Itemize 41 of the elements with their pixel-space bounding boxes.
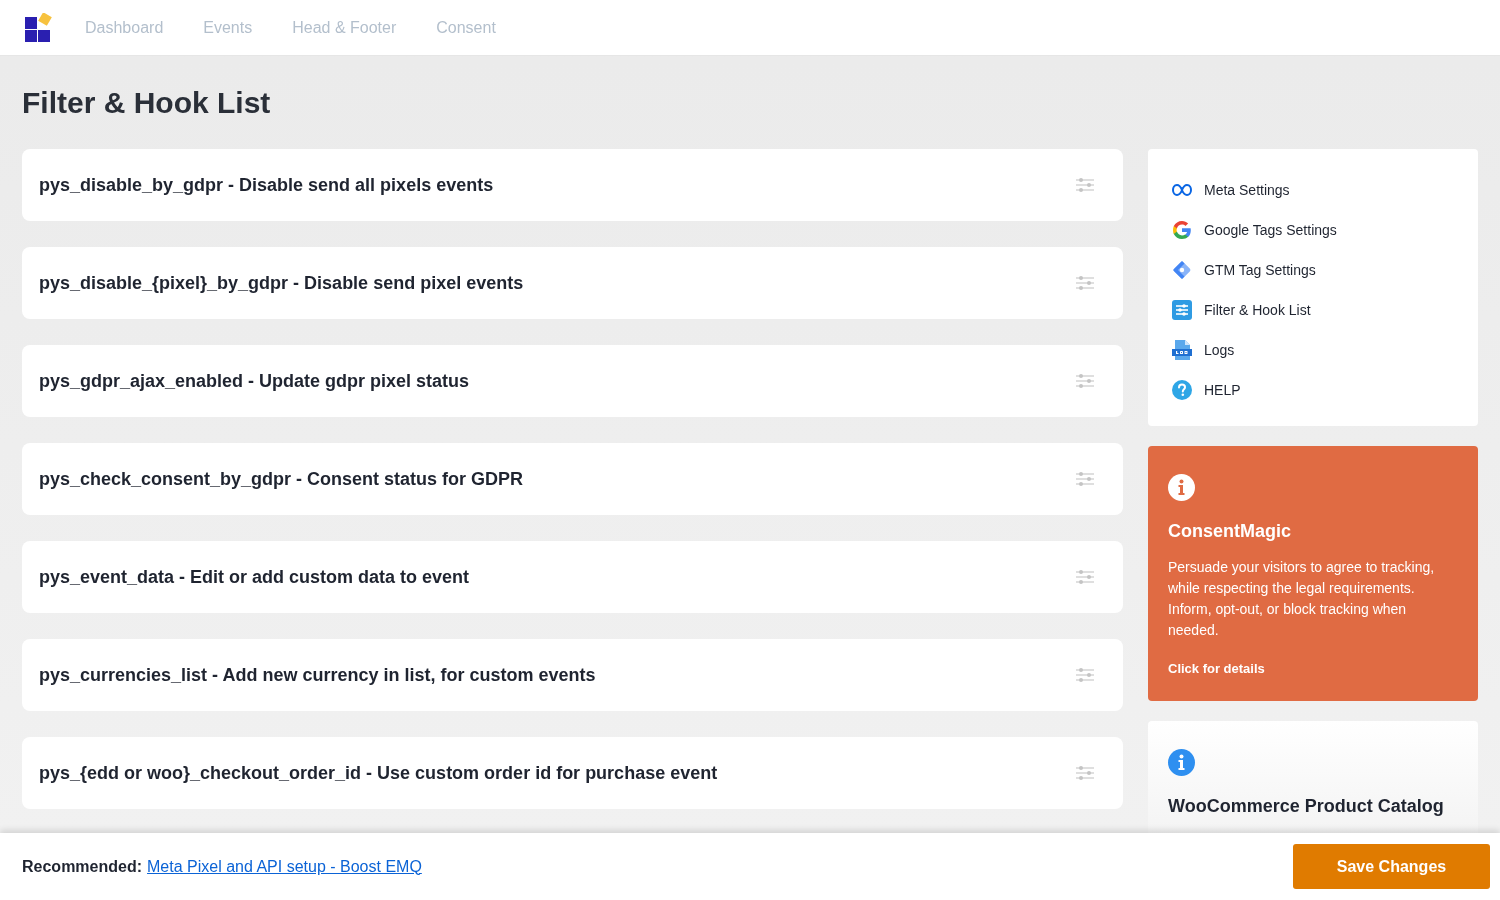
hook-card[interactable]: pys_gdpr_ajax_enabled - Update gdpr pixel status (22, 345, 1123, 417)
sliders-icon[interactable] (1076, 276, 1094, 290)
hook-title: pys_currencies_list - Add new currency in list, for custom events (39, 663, 596, 687)
logo-icon[interactable] (25, 13, 54, 42)
hook-card[interactable]: pys_{edd or woo}_checkout_order_id - Use custom order id for purchase event (22, 737, 1123, 809)
promo-text: Persuade your visitors to agree to tracking, while respecting the legal requirements. Inform, opt-out, or block tracking when needed. (1168, 558, 1436, 640)
promo-title: WooCommerce Product Catalog (1168, 794, 1444, 818)
info-icon (1168, 474, 1195, 501)
menu-item[interactable]: HELP (1172, 380, 1241, 400)
hook-title: pys_{edd or woo}_checkout_order_id - Use custom order id for purchase event (39, 761, 718, 785)
sliders-icon[interactable] (1076, 570, 1094, 584)
document-icon (1172, 340, 1192, 360)
hook-title: pys_disable_by_gdpr - Disable send all pixels events (39, 173, 494, 197)
hook-title: pys_check_consent_by_gdpr - Consent status for GDPR (39, 467, 524, 491)
hook-title: pys_gdpr_ajax_enabled - Update gdpr pixel status (39, 369, 470, 393)
menu-item[interactable]: GTM Tag Settings (1172, 260, 1316, 280)
promo-title: ConsentMagic (1168, 520, 1291, 543)
sliders-icon[interactable] (1076, 374, 1094, 388)
sliders-icon[interactable] (1076, 472, 1094, 486)
recommended-link[interactable]: Meta Pixel and API setup - Boost EMQ (147, 854, 422, 879)
page-title: Filter & Hook List (22, 85, 271, 121)
menu-item[interactable]: Logs (1172, 340, 1235, 360)
menu-item[interactable]: Google Tags Settings (1172, 220, 1337, 240)
hook-title: pys_event_data - Edit or add custom data to event (39, 565, 470, 589)
sliders-icon[interactable] (1076, 766, 1094, 780)
help-icon (1172, 380, 1192, 400)
hook-card[interactable]: pys_currencies_list - Add new currency in list, for custom events (22, 639, 1123, 711)
sliders-icon[interactable] (1076, 178, 1094, 192)
hook-card[interactable]: pys_disable_by_gdpr - Disable send all pixels events (22, 149, 1123, 221)
hook-card[interactable]: pys_check_consent_by_gdpr - Consent status for GDPR (22, 443, 1123, 515)
hook-title: pys_disable_{pixel}_by_gdpr - Disable send pixel events (39, 271, 524, 295)
infinity-icon (1172, 184, 1192, 196)
hook-card[interactable]: pys_event_data - Edit or add custom data to event (22, 541, 1123, 613)
sliders-icon[interactable] (1076, 668, 1094, 682)
recommended-label: Recommended: (22, 856, 143, 877)
g-letter-icon (1172, 220, 1192, 240)
hook-card[interactable]: pys_disable_{pixel}_by_gdpr - Disable send pixel events (22, 247, 1123, 319)
sliders-tile-icon (1172, 300, 1192, 320)
menu-item[interactable]: Meta Settings (1172, 180, 1290, 200)
menu-item[interactable]: Filter & Hook List (1172, 300, 1311, 320)
info-icon (1168, 748, 1195, 776)
